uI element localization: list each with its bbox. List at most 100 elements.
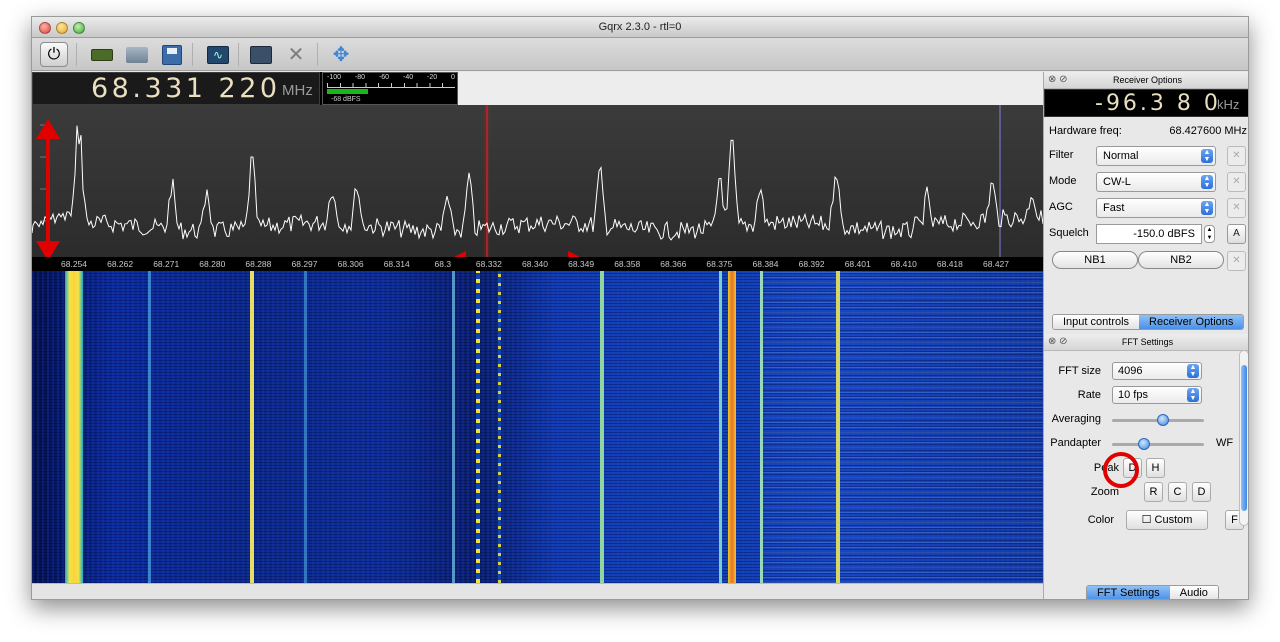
meter-value: -68 dBFS bbox=[331, 96, 361, 103]
squelch-stepper[interactable]: ▲ ▼ bbox=[1204, 225, 1215, 243]
frequency-display[interactable]: 68.331 220 MHz bbox=[32, 72, 320, 105]
device-settings-button[interactable] bbox=[88, 42, 116, 67]
vertical-zoom-arrow bbox=[36, 119, 60, 261]
minimize-window-button[interactable] bbox=[56, 22, 68, 34]
tab-receiver-options[interactable]: Receiver Options bbox=[1139, 315, 1244, 329]
waterfall-signal bbox=[498, 271, 501, 583]
filter-label: Filter bbox=[1049, 149, 1074, 161]
waterfall-signal bbox=[304, 271, 307, 583]
receiver-offset-unit: kHz bbox=[1217, 97, 1240, 112]
float-dock-icon[interactable]: ⊘ bbox=[1059, 336, 1067, 347]
title-bar: Gqrx 2.3.0 - rtl=0 bbox=[32, 17, 1248, 38]
averaging-row: Averaging bbox=[1044, 408, 1239, 432]
fft-size-select[interactable]: 4096 ▲ ▼ bbox=[1112, 362, 1202, 380]
select-arrows-icon: ▲ ▼ bbox=[1187, 364, 1199, 378]
close-window-button[interactable] bbox=[39, 22, 51, 34]
window-title: Gqrx 2.3.0 - rtl=0 bbox=[598, 21, 682, 33]
noise-blanker-row: NB1 NB2 ✕ bbox=[1044, 249, 1248, 273]
rate-select[interactable]: 10 fps ▲ ▼ bbox=[1112, 386, 1202, 404]
zoom-reset-button[interactable]: R bbox=[1144, 482, 1163, 502]
spectrum-plot[interactable] bbox=[32, 105, 1043, 271]
fft-settings-header: ⊗ ⊘ FFT Settings bbox=[1044, 334, 1248, 351]
toolbar-separator bbox=[317, 43, 318, 66]
mode-tool-button[interactable]: ✕ bbox=[1227, 172, 1246, 192]
receiver-options-header: ⊗ ⊘ Receiver Options bbox=[1044, 72, 1248, 89]
waterfall-signal bbox=[600, 271, 604, 583]
peak-hold-button[interactable]: H bbox=[1146, 458, 1165, 478]
nb1-button[interactable]: NB1 bbox=[1052, 251, 1138, 269]
waterfall-signal bbox=[148, 271, 151, 583]
meter-tick-label: -60 bbox=[378, 74, 390, 81]
scope-button[interactable]: ∿ bbox=[204, 42, 232, 67]
pandapter-slider-handle[interactable] bbox=[1138, 438, 1151, 450]
close-dock-icon[interactable]: ⊗ bbox=[1048, 336, 1056, 347]
pandapter-slider[interactable] bbox=[1112, 438, 1204, 450]
tools-button[interactable]: ✕ bbox=[282, 42, 310, 67]
toolbar-separator bbox=[192, 43, 193, 66]
tab-audio[interactable]: Audio bbox=[1169, 586, 1218, 599]
zoom-center-button[interactable]: C bbox=[1168, 482, 1187, 502]
peak-row: Peak D H bbox=[1044, 457, 1239, 481]
checkbox-icon: ☐ bbox=[1141, 514, 1152, 526]
filter-select[interactable]: Normal ▲ ▼ bbox=[1096, 146, 1216, 166]
frequency-tick-label: 68.410 bbox=[890, 259, 917, 269]
toolbar-separator bbox=[238, 43, 239, 66]
tools-icon: ✕ bbox=[1232, 176, 1241, 187]
frequency-scale: 68.254 68.262 68.271 68.280 68.288 68.297 68.3… bbox=[32, 257, 1043, 271]
scope-icon: ∿ bbox=[207, 45, 229, 64]
side-panel: ⊗ ⊘ Receiver Options -96.3 8 0 kHz Hardw… bbox=[1043, 72, 1248, 599]
frequency-tick-label: 68.254 bbox=[61, 259, 87, 269]
nb-tool-button[interactable]: ✕ bbox=[1227, 251, 1246, 271]
tab-fft-settings[interactable]: FFT Settings bbox=[1087, 586, 1170, 599]
pandapter[interactable] bbox=[32, 105, 1043, 271]
spectrum-trace bbox=[32, 125, 1043, 241]
meter-tick-label: -20 bbox=[427, 74, 438, 81]
header-space bbox=[458, 72, 1043, 105]
averaging-slider-handle[interactable] bbox=[1156, 414, 1169, 426]
zoom-label: Zoom bbox=[1090, 486, 1119, 498]
squelch-input[interactable]: -150.0 dBFS bbox=[1096, 224, 1202, 244]
waterfall[interactable] bbox=[32, 271, 1043, 583]
power-button[interactable]: ⏻ bbox=[40, 42, 68, 67]
frequency-tick-label: 68.262 bbox=[107, 259, 134, 269]
open-button[interactable] bbox=[123, 42, 151, 67]
move-button[interactable]: ✥ bbox=[327, 42, 355, 67]
move-icon: ✥ bbox=[332, 44, 350, 66]
save-button[interactable] bbox=[158, 42, 186, 67]
waterfall-noise bbox=[762, 271, 1043, 583]
zoom-demod-button[interactable]: D bbox=[1192, 482, 1211, 502]
hardware-freq-row: Hardware freq: 68.427600 MHz bbox=[1044, 120, 1248, 144]
filter-tool-button[interactable]: ✕ bbox=[1227, 146, 1246, 166]
averaging-label: Averaging bbox=[1051, 413, 1101, 425]
network-button[interactable] bbox=[247, 42, 275, 67]
agc-select[interactable]: Fast ▲ ▼ bbox=[1096, 198, 1216, 218]
waterfall-signal bbox=[476, 271, 480, 583]
hardware-freq-label: Hardware freq: bbox=[1049, 125, 1122, 137]
receiver-options-title: Receiver Options bbox=[1112, 75, 1183, 85]
frequency-tick-label: 68.314 bbox=[383, 259, 410, 269]
meter-tick-label: -40 bbox=[402, 74, 414, 81]
dock-buttons[interactable]: ⊗ ⊘ bbox=[1048, 337, 1068, 347]
receiver-offset-display[interactable]: -96.3 8 0 kHz bbox=[1044, 89, 1248, 117]
tab-input-controls[interactable]: Input controls bbox=[1053, 315, 1140, 329]
dock-buttons[interactable]: ⊗ ⊘ bbox=[1048, 75, 1068, 85]
custom-color-button[interactable]: ☐ Custom bbox=[1126, 510, 1208, 530]
nb2-button[interactable]: NB2 bbox=[1138, 251, 1224, 269]
receiver-offset-value[interactable]: -96.3 8 0 bbox=[1095, 91, 1221, 116]
squelch-auto-button[interactable]: A bbox=[1227, 224, 1246, 244]
rate-row: Rate 10 fps ▲ ▼ bbox=[1044, 384, 1239, 408]
fft-scrollbar[interactable] bbox=[1239, 350, 1248, 526]
agc-tool-button[interactable]: ✕ bbox=[1227, 198, 1246, 218]
meter-tick-label: -80 bbox=[354, 74, 366, 81]
frequency-tick-label: 68.427 bbox=[983, 259, 1009, 269]
fft-scrollbar-thumb[interactable] bbox=[1241, 365, 1247, 511]
mode-select[interactable]: CW-L ▲ ▼ bbox=[1096, 172, 1216, 192]
float-dock-icon[interactable]: ⊘ bbox=[1059, 74, 1067, 85]
fft-settings-title: FFT Settings bbox=[1121, 337, 1174, 347]
close-dock-icon[interactable]: ⊗ bbox=[1048, 74, 1056, 85]
bottom-dock-tabs: FFT Settings Audio bbox=[1086, 585, 1219, 599]
meter-level-bar bbox=[327, 89, 368, 94]
frequency-value[interactable]: 68.331 220 bbox=[91, 75, 281, 103]
zoom-window-button[interactable] bbox=[73, 22, 85, 34]
averaging-slider[interactable] bbox=[1112, 414, 1204, 426]
